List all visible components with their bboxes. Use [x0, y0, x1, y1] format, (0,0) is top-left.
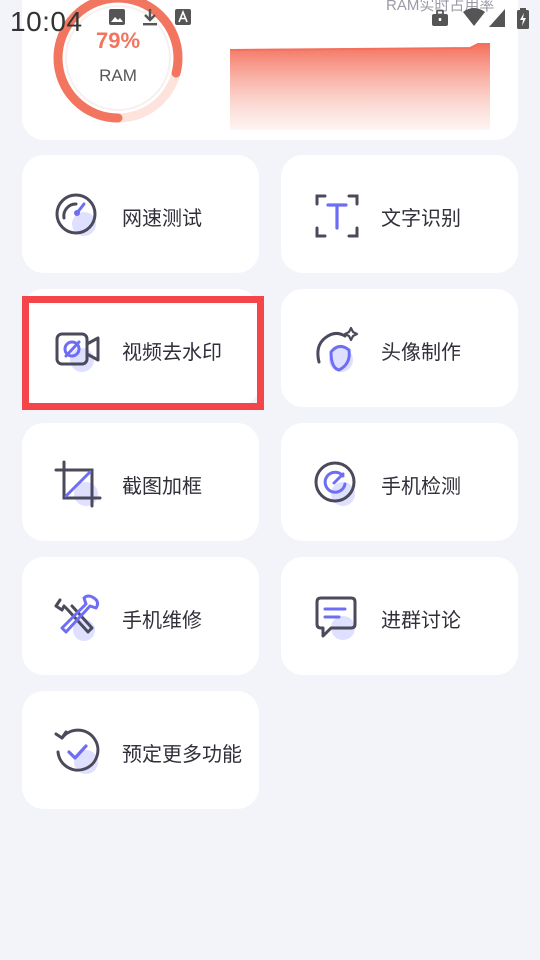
tool-label: 手机维修 — [122, 608, 202, 632]
tool-label: 预定更多功能 — [122, 742, 242, 766]
tool-label: 视频去水印 — [122, 340, 222, 364]
chat-group-icon — [315, 596, 357, 640]
tool-label: 文字识别 — [381, 206, 461, 230]
tool-card-phone-repair[interactable]: 手机维修 — [22, 557, 259, 675]
video-watermark-icon — [55, 332, 100, 372]
tool-label: 手机检测 — [381, 474, 461, 498]
tool-card-screenshot-frame[interactable]: 截图加框 — [22, 423, 259, 541]
phone-check-icon — [314, 461, 356, 506]
tool-card-speed-test[interactable]: 网速测试 — [22, 155, 259, 273]
briefcase-icon — [432, 9, 448, 26]
tool-card-video-watermark[interactable]: 视频去水印 — [22, 289, 259, 407]
cellular-icon — [489, 9, 505, 27]
status-time: 10:04 — [10, 6, 83, 37]
accessibility-icon — [175, 9, 191, 25]
reserve-features-icon — [54, 728, 100, 774]
tool-label: 头像制作 — [381, 340, 461, 364]
crop-frame-icon — [54, 460, 102, 508]
ram-trend-chart — [230, 43, 490, 130]
wifi-icon — [463, 8, 485, 26]
ram-label: RAM — [99, 66, 137, 85]
avatar-maker-icon — [316, 326, 359, 372]
repair-tools-icon — [54, 594, 100, 641]
status-bar: 10:04 RAM实时占用率 — [0, 0, 540, 40]
text-scan-icon — [315, 194, 359, 238]
tool-label: 截图加框 — [122, 474, 202, 498]
image-icon — [109, 9, 125, 25]
tool-card-phone-check[interactable]: 手机检测 — [281, 423, 518, 541]
battery-charging-icon — [517, 8, 529, 29]
tool-card-text-ocr[interactable]: 文字识别 — [281, 155, 518, 273]
download-icon — [143, 9, 157, 26]
speedometer-icon — [55, 193, 97, 236]
tool-card-reserve-more[interactable]: 预定更多功能 — [22, 691, 259, 809]
tool-card-avatar-maker[interactable]: 头像制作 — [281, 289, 518, 407]
tool-card-join-group[interactable]: 进群讨论 — [281, 557, 518, 675]
tool-label: 进群讨论 — [381, 608, 461, 632]
tool-label: 网速测试 — [122, 206, 202, 230]
